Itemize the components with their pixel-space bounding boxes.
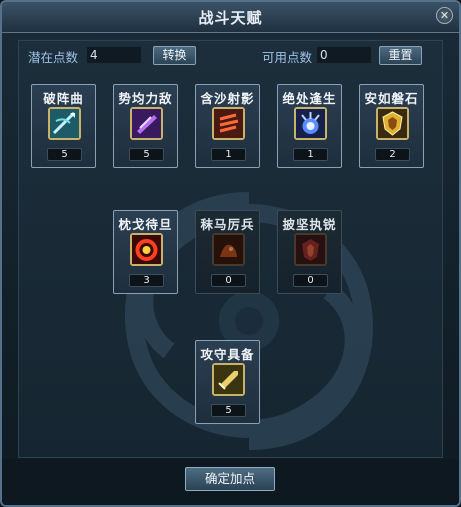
talent-name: 绝处逢生 <box>282 91 337 106</box>
shield-icon[interactable] <box>376 107 409 140</box>
talent-card-momalibing[interactable]: 秣马厉兵 0 <box>195 210 260 294</box>
talent-name: 安如磐石 <box>364 91 419 106</box>
convert-button[interactable]: 转换 <box>153 46 196 65</box>
talent-card-zhengedaidan[interactable]: 枕戈待旦 3 <box>113 210 178 294</box>
sword-shield-icon[interactable] <box>212 363 245 396</box>
talent-count: 5 <box>211 404 246 417</box>
talent-card-pozhenqu[interactable]: 破阵曲 5 <box>31 84 96 168</box>
talent-count: 5 <box>129 148 164 161</box>
blue-burst-icon[interactable] <box>294 107 327 140</box>
talent-card-gongshoujubei[interactable]: 攻守具备 5 <box>195 340 260 424</box>
talent-card-hanshasheying[interactable]: 含沙射影 1 <box>195 84 260 168</box>
talent-count: 2 <box>375 148 410 161</box>
talent-name: 披坚执锐 <box>282 217 337 232</box>
talent-name: 破阵曲 <box>43 91 84 106</box>
talent-name: 秣马厉兵 <box>200 217 255 232</box>
talent-count: 5 <box>47 148 82 161</box>
confirm-points-button[interactable]: 确定加点 <box>185 467 275 491</box>
claw-strike-icon[interactable] <box>212 107 245 140</box>
title-bar[interactable]: 战斗天赋 ✕ <box>2 2 459 33</box>
talent-card-juechufengsheng[interactable]: 绝处逢生 1 <box>277 84 342 168</box>
talent-count: 0 <box>293 274 328 287</box>
potential-points-label: 潜在点数 <box>28 50 79 65</box>
flame-ring-icon[interactable] <box>130 233 163 266</box>
fire-beast-icon[interactable] <box>212 233 245 266</box>
reset-button[interactable]: 重置 <box>379 46 422 65</box>
potential-points-value: 4 <box>86 46 142 64</box>
points-row: 潜在点数 4 转换 可用点数 0 重置 <box>28 46 438 66</box>
window-title: 战斗天赋 <box>198 9 263 27</box>
talent-count: 3 <box>129 274 164 287</box>
available-points-label: 可用点数 <box>262 50 313 65</box>
talent-card-shijunlidi[interactable]: 势均力敌 5 <box>113 84 178 168</box>
available-points-value: 0 <box>316 46 372 64</box>
close-icon[interactable]: ✕ <box>436 7 453 24</box>
armor-icon[interactable] <box>294 233 327 266</box>
talent-count: 0 <box>211 274 246 287</box>
talent-name: 势均力敌 <box>118 91 173 106</box>
purple-blade-icon[interactable] <box>130 107 163 140</box>
talent-count: 1 <box>211 148 246 161</box>
talent-name: 攻守具备 <box>200 347 255 362</box>
talent-window: 战斗天赋 ✕ 潜在点数 4 转换 可用点数 0 重置 破阵曲 5 势均力敌 5 … <box>0 0 461 507</box>
talent-card-anrupanshi[interactable]: 安如磐石 2 <box>359 84 424 168</box>
talent-name: 含沙射影 <box>200 91 255 106</box>
talent-count: 1 <box>293 148 328 161</box>
spear-icon[interactable] <box>48 107 81 140</box>
talent-card-pijianzhirui[interactable]: 披坚执锐 0 <box>277 210 342 294</box>
talent-name: 枕戈待旦 <box>118 217 173 232</box>
